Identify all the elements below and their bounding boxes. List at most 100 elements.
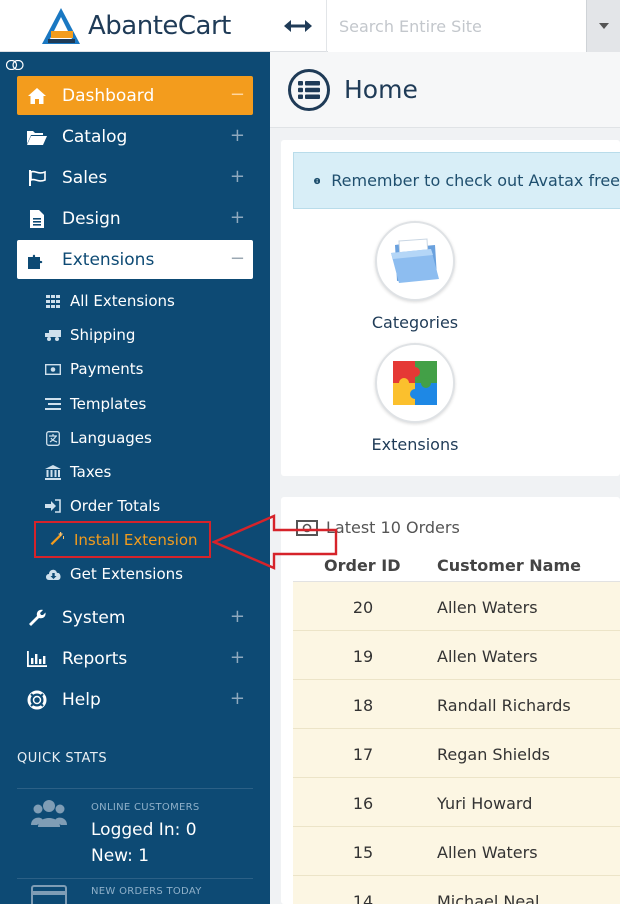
- folder-open-icon: [26, 126, 48, 148]
- list-icon: [44, 396, 62, 412]
- expand-toggle[interactable]: +: [230, 207, 245, 228]
- sidebar-item-label: Extensions: [62, 249, 155, 270]
- info-alert: Remember to check out Avatax free: [293, 152, 620, 209]
- page-title: Home: [344, 75, 418, 104]
- info-circle-icon: [314, 177, 321, 184]
- panel-title: Latest 10 Orders: [326, 518, 460, 537]
- order-id-cell: 15: [352, 843, 374, 862]
- collapse-toggle[interactable]: −: [230, 248, 245, 269]
- table-row[interactable]: 16 Yuri Howard: [293, 778, 620, 827]
- submenu-item-all-extensions[interactable]: All Extensions: [44, 286, 175, 316]
- customer-name-cell: Allen Waters: [437, 598, 538, 617]
- sidebar-item-extensions[interactable]: Extensions −: [17, 240, 253, 279]
- customer-name-cell: Allen Waters: [437, 647, 538, 666]
- life-ring-icon: [26, 689, 48, 711]
- shortcut-categories[interactable]: Categories: [355, 221, 475, 332]
- stat-label: NEW ORDERS TODAY: [91, 886, 202, 897]
- sidebar-item-label: Reports: [62, 648, 128, 669]
- order-id-cell: 17: [352, 745, 374, 764]
- table-row[interactable]: 15 Allen Waters: [293, 827, 620, 876]
- brand-name: AbanteCart: [88, 11, 231, 41]
- truck-icon: [44, 327, 62, 343]
- sidebar-toggle-button[interactable]: [270, 0, 327, 52]
- page-header: Home: [270, 52, 620, 128]
- customer-name-cell: Allen Waters: [437, 843, 538, 862]
- submenu-item-order-totals[interactable]: Order Totals: [44, 491, 160, 521]
- customer-name-cell: Yuri Howard: [437, 794, 533, 813]
- expand-toggle[interactable]: +: [230, 125, 245, 146]
- bank-icon: [44, 464, 62, 480]
- credit-card-icon: [31, 885, 67, 904]
- sidebar-item-label: Sales: [62, 167, 108, 188]
- submenu-item-label: Install Extension: [74, 531, 198, 549]
- latest-orders-heading: Latest 10 Orders: [296, 518, 460, 537]
- submenu-item-languages[interactable]: Languages: [44, 423, 152, 453]
- submenu-item-install-extension[interactable]: Install Extension: [48, 525, 198, 555]
- caret-down-icon: [598, 23, 609, 29]
- shortcut-icon-circle: [375, 343, 455, 423]
- sidebar-item-label: Help: [62, 689, 101, 710]
- column-header-customer-name[interactable]: Customer Name: [437, 556, 581, 575]
- submenu-item-shipping[interactable]: Shipping: [44, 320, 135, 350]
- expand-toggle[interactable]: +: [230, 606, 245, 627]
- table-row[interactable]: 18 Randall Richards: [293, 680, 620, 729]
- magic-wand-icon: [48, 532, 66, 548]
- sidebar-item-system[interactable]: System +: [17, 598, 253, 637]
- submenu-item-label: Get Extensions: [70, 565, 183, 583]
- submenu-item-payments[interactable]: Payments: [44, 354, 143, 384]
- expand-toggle[interactable]: +: [230, 688, 245, 709]
- sidebar-item-sales[interactable]: Sales +: [17, 158, 253, 197]
- sidebar-item-catalog[interactable]: Catalog +: [17, 117, 253, 156]
- flag-icon: [26, 167, 48, 189]
- puzzle-icon: [26, 249, 48, 271]
- list-icon: [298, 80, 320, 99]
- stat-label: ONLINE CUSTOMERS: [91, 802, 200, 813]
- search-dropdown-button[interactable]: [586, 0, 620, 52]
- brand-logo[interactable]: AbanteCart: [0, 0, 270, 52]
- top-bar: AbanteCart: [0, 0, 620, 52]
- sidebar-item-label: Design: [62, 208, 121, 229]
- submenu-item-label: All Extensions: [70, 292, 175, 310]
- alert-text: Remember to check out Avatax free: [331, 171, 620, 190]
- submenu-item-taxes[interactable]: Taxes: [44, 457, 111, 487]
- collapse-toggle[interactable]: −: [230, 84, 245, 105]
- search-input[interactable]: [328, 0, 586, 52]
- sidebar-item-design[interactable]: Design +: [17, 199, 253, 238]
- table-row[interactable]: 17 Regan Shields: [293, 729, 620, 778]
- customer-name-cell: Michael Neal: [437, 892, 540, 904]
- shortcut-label: Extensions: [371, 435, 459, 454]
- stat-new: New: 1: [91, 846, 150, 866]
- submenu-item-get-extensions[interactable]: Get Extensions: [44, 559, 183, 589]
- table-row[interactable]: 14 Michael Neal: [293, 876, 620, 904]
- column-header-order-id[interactable]: Order ID: [324, 556, 401, 575]
- sign-in-icon: [44, 498, 62, 514]
- sidebar-item-help[interactable]: Help +: [17, 680, 253, 719]
- money-icon: [44, 361, 62, 377]
- sidebar-item-dashboard[interactable]: Dashboard −: [17, 76, 253, 115]
- customer-name-cell: Randall Richards: [437, 696, 571, 715]
- table-row[interactable]: 20 Allen Waters: [293, 582, 620, 631]
- language-icon: [44, 430, 62, 446]
- money-icon: [296, 519, 318, 536]
- sidebar-collapse-icon[interactable]: [6, 60, 24, 70]
- submenu-item-label: Payments: [70, 360, 144, 378]
- arrows-horizontal-icon: [284, 20, 312, 32]
- shortcut-extensions[interactable]: Extensions: [355, 343, 475, 454]
- bar-chart-icon: [26, 648, 48, 670]
- quick-stats-heading: QUICK STATS: [17, 751, 108, 766]
- abantecart-logo-icon: [42, 8, 80, 44]
- sidebar-item-label: Catalog: [62, 126, 128, 147]
- submenu-item-label: Templates: [70, 395, 147, 413]
- order-id-cell: 19: [352, 647, 374, 666]
- sidebar-item-label: System: [62, 607, 126, 628]
- expand-toggle[interactable]: +: [230, 166, 245, 187]
- sidebar-item-reports[interactable]: Reports +: [17, 639, 253, 678]
- table-row[interactable]: 19 Allen Waters: [293, 631, 620, 680]
- shortcut-icon-circle: [375, 221, 455, 301]
- submenu-item-templates[interactable]: Templates: [44, 389, 146, 419]
- home-badge: [288, 68, 330, 111]
- expand-toggle[interactable]: +: [230, 647, 245, 668]
- customer-name-cell: Regan Shields: [437, 745, 550, 764]
- order-id-cell: 16: [352, 794, 374, 813]
- order-id-cell: 18: [352, 696, 374, 715]
